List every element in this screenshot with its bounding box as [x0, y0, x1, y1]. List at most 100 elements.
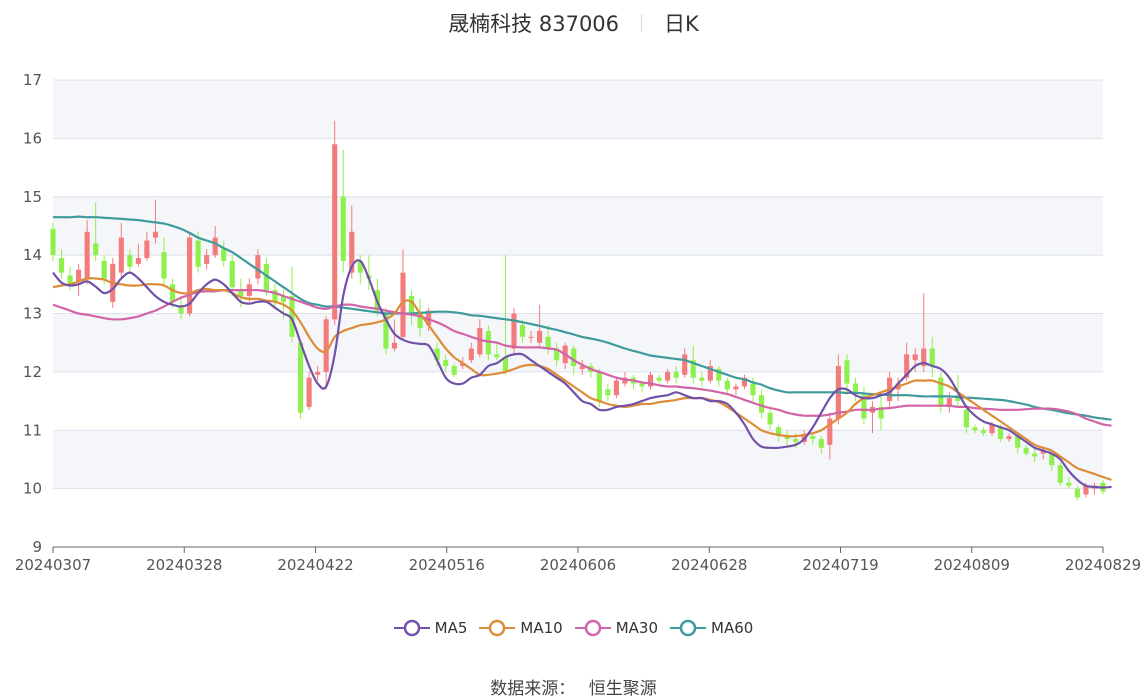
candle-body [391, 342, 398, 349]
candle-body [571, 348, 577, 367]
candle-body [767, 412, 773, 425]
y-tick-label: 16 [23, 129, 42, 147]
candle-body [118, 237, 124, 273]
x-tick-label: 20240809 [934, 556, 1010, 574]
candle-body [750, 383, 756, 396]
candle-body [332, 144, 338, 320]
candle-body [1074, 488, 1080, 498]
x-tick-label: 20240628 [671, 556, 747, 574]
x-tick-label: 20240422 [277, 556, 353, 574]
ma5-legend-icon [393, 619, 430, 637]
y-tick-label: 12 [23, 363, 42, 381]
x-tick-label: 20240606 [540, 556, 616, 574]
candle-body [306, 377, 312, 407]
candle-body [519, 325, 526, 337]
legend-label: MA60 [711, 619, 754, 637]
ma30-legend-icon [574, 619, 611, 637]
candle-body [195, 240, 201, 267]
x-tick-label: 20240829 [1065, 556, 1141, 574]
candle-body [451, 366, 457, 375]
candle-body [980, 430, 987, 434]
legend-label: MA5 [434, 619, 468, 637]
plot-band [53, 430, 1103, 489]
candle-body [169, 284, 176, 302]
candle-body [50, 228, 56, 256]
data-source: 数据来源： 恒生聚源 [0, 674, 1147, 699]
candle-body [1023, 447, 1029, 454]
y-tick-label: 11 [23, 421, 42, 439]
candle-body [221, 249, 227, 261]
y-tick-label: 15 [23, 188, 42, 206]
candle-body [998, 427, 1004, 440]
plot-band [53, 80, 1103, 139]
candle-body [844, 360, 850, 384]
candle-body [443, 360, 449, 367]
x-tick-label: 20240307 [15, 556, 91, 574]
candle-body [84, 231, 90, 279]
candle-body [758, 395, 765, 413]
candle-body [494, 354, 500, 358]
candle-body [315, 371, 321, 375]
kline-chart: 9 10 11 12 13 14 15 16 17 20240307 20240328 2024042… [15, 71, 1141, 574]
candle-body [682, 354, 688, 375]
legend-label: MA30 [615, 619, 659, 637]
candle-body [152, 231, 158, 238]
candle-body [229, 260, 235, 288]
candle-body [537, 331, 543, 343]
candle-body [665, 371, 671, 381]
legend-label: MA10 [520, 619, 563, 637]
ma10-legend-icon [479, 619, 516, 637]
candle-body [212, 237, 218, 256]
candle-body [724, 380, 730, 390]
candle-body [613, 380, 619, 396]
ma60-legend-icon [670, 619, 707, 637]
legend-item-ma60[interactable]: MA60 [670, 619, 753, 637]
y-tick-label: 17 [23, 71, 42, 89]
candle-body [852, 383, 858, 393]
candle-body [605, 389, 611, 396]
candle-body [93, 243, 99, 256]
candle-body [1066, 482, 1072, 486]
candle-body [972, 427, 978, 431]
y-tick-label: 14 [23, 246, 42, 264]
candle-body [161, 252, 167, 279]
candle-body [912, 354, 918, 361]
candle-body [793, 439, 799, 442]
candle-body [178, 307, 184, 314]
candle-body [127, 255, 133, 267]
candle-body [144, 240, 150, 259]
candle-body [255, 255, 261, 279]
candle-body [699, 377, 705, 381]
candle-body [340, 196, 346, 261]
candle-body [1032, 453, 1038, 457]
candle-body [1057, 465, 1063, 483]
candle-body [528, 336, 534, 338]
candle-body [468, 348, 474, 361]
candle-body [929, 348, 935, 367]
x-tick-label: 20240516 [409, 556, 485, 574]
candle-body [733, 386, 739, 390]
candle-body [101, 260, 107, 279]
candle-body [639, 383, 645, 387]
candle-body [545, 336, 551, 349]
legend-item-ma10[interactable]: MA10 [479, 619, 563, 637]
legend-item-ma30[interactable]: MA30 [574, 619, 659, 637]
plot-band [53, 196, 1103, 256]
legend-item-ma5[interactable]: MA5 [393, 619, 468, 637]
chart-legend: MA5 MA10 MA30 MA60 [0, 619, 1147, 637]
candle-body [1006, 436, 1012, 440]
x-tick-label: 20240328 [146, 556, 222, 574]
candle-body [673, 371, 679, 378]
source-name: 恒生聚源 [588, 679, 657, 699]
candle-body [596, 371, 602, 402]
candle-body [298, 342, 304, 413]
candle-body [135, 258, 141, 264]
candle-body [323, 319, 329, 372]
candle-body [204, 255, 210, 264]
candle-body [656, 377, 662, 381]
source-label: 数据来源： [490, 679, 576, 699]
y-tick-label: 13 [23, 305, 42, 323]
candle-body [511, 313, 517, 349]
candle-body [818, 439, 824, 448]
y-tick-label: 9 [32, 538, 42, 556]
